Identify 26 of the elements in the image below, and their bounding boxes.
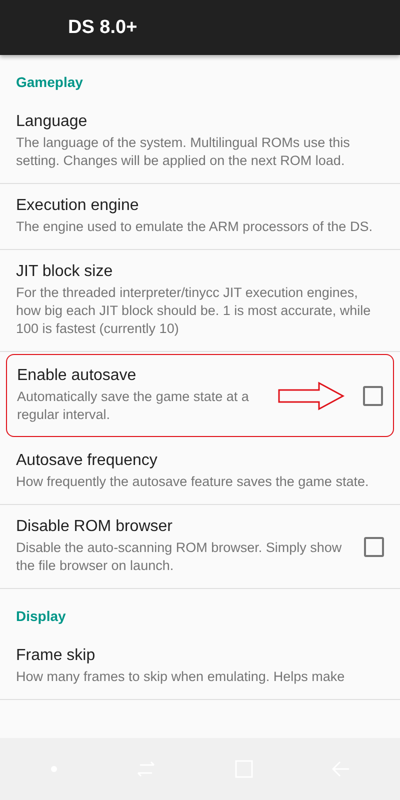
setting-title: JIT block size [16, 263, 114, 281]
setting-row[interactable]: Execution engine The engine used to emulate the ARM processors of the DS. [0, 184, 400, 250]
setting-title: Autosave frequency [16, 452, 158, 470]
setting-title: Language [16, 113, 88, 131]
setting-summary: The language of the system. Multilingual ROMs use this setting. Changes will be applied on the next ROM load. [16, 134, 351, 170]
app-title: DS 8.0+ [68, 16, 138, 38]
checkbox[interactable] [363, 386, 383, 406]
section-header: Display [15, 607, 67, 626]
setting-row[interactable]: Frame skip How many frames to skip when emulating. Helps make [0, 634, 400, 700]
setting-row[interactable]: Language The language of the system. Multilingual ROMs use this setting. Changes will be applied on the next ROM load. [0, 100, 400, 184]
setting-title: Execution engine [16, 197, 140, 215]
setting-summary: The engine used to emulate the ARM processors of the DS. [16, 218, 374, 236]
setting-summary: Disable the auto-scanning ROM browser. Simply show the file browser on launch. [16, 539, 343, 575]
setting-summary: How many frames to skip when emulating. Helps make [16, 668, 346, 686]
setting-summary: For the threaded interpreter/tinycc JIT execution engines, how big each JIT block should be. 1 is most accurate, while 100 is fastest (currently 10) [16, 284, 372, 338]
setting-row[interactable]: Autosave frequency How frequently the autosave feature saves the game state. [0, 439, 400, 505]
setting-row[interactable]: JIT block size For the threaded interpreter/tinycc JIT execution engines, how big each JIT block should be. 1 is most accurate, while 100 is fastest (currently 10) [0, 250, 400, 352]
setting-title: Frame skip [16, 647, 96, 665]
section-header: Gameplay [15, 73, 84, 92]
setting-summary: How frequently the autosave feature saves the game state. [16, 473, 370, 491]
checkbox[interactable] [364, 536, 384, 556]
setting-row[interactable]: Disable ROM browser Disable the auto-scanning ROM browser. Simply show the file browser on launch. [0, 505, 400, 589]
setting-summary: Automatically save the game state at a regular interval. [17, 388, 250, 424]
setting-row[interactable]: Enable autosave Automatically save the game state at a regular interval. [6, 354, 394, 437]
setting-title: Disable ROM browser [16, 518, 174, 536]
setting-title: Enable autosave [17, 367, 138, 385]
